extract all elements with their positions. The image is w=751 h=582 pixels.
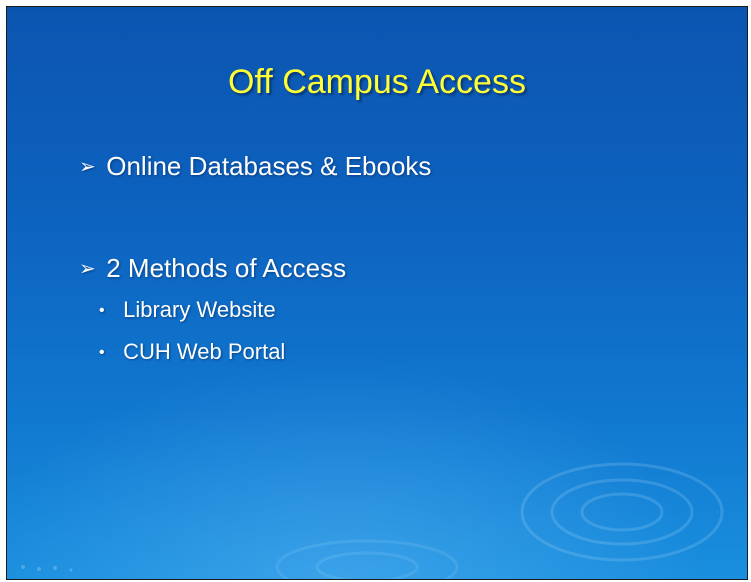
bullet-methods-of-access: ➢ 2 Methods of Access — [79, 253, 346, 284]
dot-bullet-icon: • — [99, 302, 105, 319]
bullet-text: 2 Methods of Access — [106, 253, 347, 283]
arrow-bullet-icon: ➢ — [79, 156, 96, 178]
sub-bullet-text: CUH Web Portal — [123, 339, 286, 364]
slide-title: Off Campus Access — [228, 63, 526, 101]
dot-bullet-icon: • — [99, 344, 105, 361]
bullet-text: Online Databases & Ebooks — [106, 151, 432, 181]
bullet-online-databases: ➢ Online Databases & Ebooks — [79, 151, 431, 182]
sub-bullet-library-website: • Library Website — [99, 297, 276, 323]
sub-bullet-cuh-web-portal: • CUH Web Portal — [99, 339, 285, 365]
sub-bullet-text: Library Website — [123, 297, 276, 322]
slide: Off Campus Access ➢ Online Databases & E… — [6, 6, 748, 580]
arrow-bullet-icon: ➢ — [79, 258, 96, 280]
